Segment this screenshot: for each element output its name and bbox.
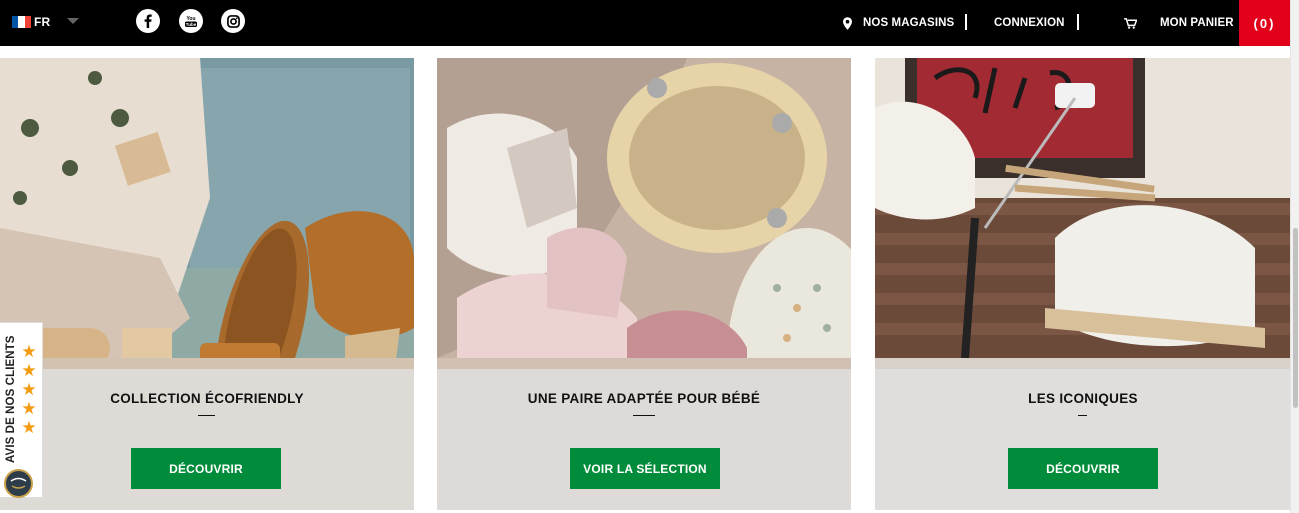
- card-ecofriendly: COLLECTION ÉCOFRIENDLY DÉCOUVRIR: [0, 58, 414, 510]
- card-title: COLLECTION ÉCOFRIENDLY: [110, 391, 304, 406]
- rating-stars: ★ ★ ★ ★ ★: [20, 343, 38, 437]
- facebook-icon[interactable]: [136, 9, 160, 33]
- france-flag-icon: [12, 16, 31, 28]
- cart-count-badge[interactable]: (0): [1239, 0, 1290, 46]
- location-pin-icon: [843, 16, 852, 30]
- caret-down-icon: [67, 18, 79, 24]
- cart-icon: [1124, 17, 1137, 29]
- top-bar: FR You Tube NOS MAGASINS CONNEXION MON PA…: [0, 0, 1290, 46]
- nav-login-label: CONNEXION: [994, 17, 1065, 29]
- star-icon: ★: [21, 380, 37, 399]
- svg-text:Tube: Tube: [186, 22, 197, 27]
- card-title: UNE PAIRE ADAPTÉE POUR BÉBÉ: [527, 391, 761, 406]
- youtube-icon[interactable]: You Tube: [179, 9, 203, 33]
- nav-divider: [1077, 14, 1079, 30]
- title-underline: [198, 415, 215, 416]
- title-underline: [1078, 415, 1087, 416]
- star-icon: ★: [21, 418, 37, 437]
- nav-divider: [965, 14, 967, 30]
- instagram-icon[interactable]: [221, 9, 245, 33]
- page-scrollbar[interactable]: [1290, 0, 1299, 513]
- nav-stores-link[interactable]: NOS MAGASINS: [843, 0, 954, 46]
- nav-login-link[interactable]: CONNEXION: [994, 0, 1065, 46]
- discover-button[interactable]: DÉCOUVRIR: [1008, 448, 1158, 489]
- card-iconic: LES ICONIQUES DÉCOUVRIR: [875, 58, 1291, 510]
- card-baby: UNE PAIRE ADAPTÉE POUR BÉBÉ VOIR LA SÉLE…: [437, 58, 851, 510]
- card-title: LES ICONIQUES: [1028, 391, 1138, 406]
- view-selection-button[interactable]: VOIR LA SÉLECTION: [570, 448, 720, 489]
- nav-cart-link[interactable]: MON PANIER: [1124, 0, 1234, 46]
- scrollbar-thumb[interactable]: [1293, 228, 1298, 408]
- star-icon: ★: [21, 399, 37, 418]
- language-selector[interactable]: FR: [12, 13, 79, 31]
- star-icon: ★: [21, 342, 37, 361]
- star-icon: ★: [21, 361, 37, 380]
- language-label: FR: [34, 15, 51, 29]
- discover-button[interactable]: DÉCOUVRIR: [131, 448, 281, 489]
- customer-reviews-widget[interactable]: AVIS DE NOS CLIENTS ★ ★ ★ ★ ★: [0, 322, 43, 498]
- header-spacer: [0, 46, 1290, 58]
- reviews-label: AVIS DE NOS CLIENTS: [5, 335, 17, 463]
- nav-stores-label: NOS MAGASINS: [863, 17, 955, 29]
- verified-reviews-seal-icon: [4, 469, 33, 498]
- nav-cart-label: MON PANIER: [1160, 17, 1234, 29]
- title-underline: [633, 415, 655, 416]
